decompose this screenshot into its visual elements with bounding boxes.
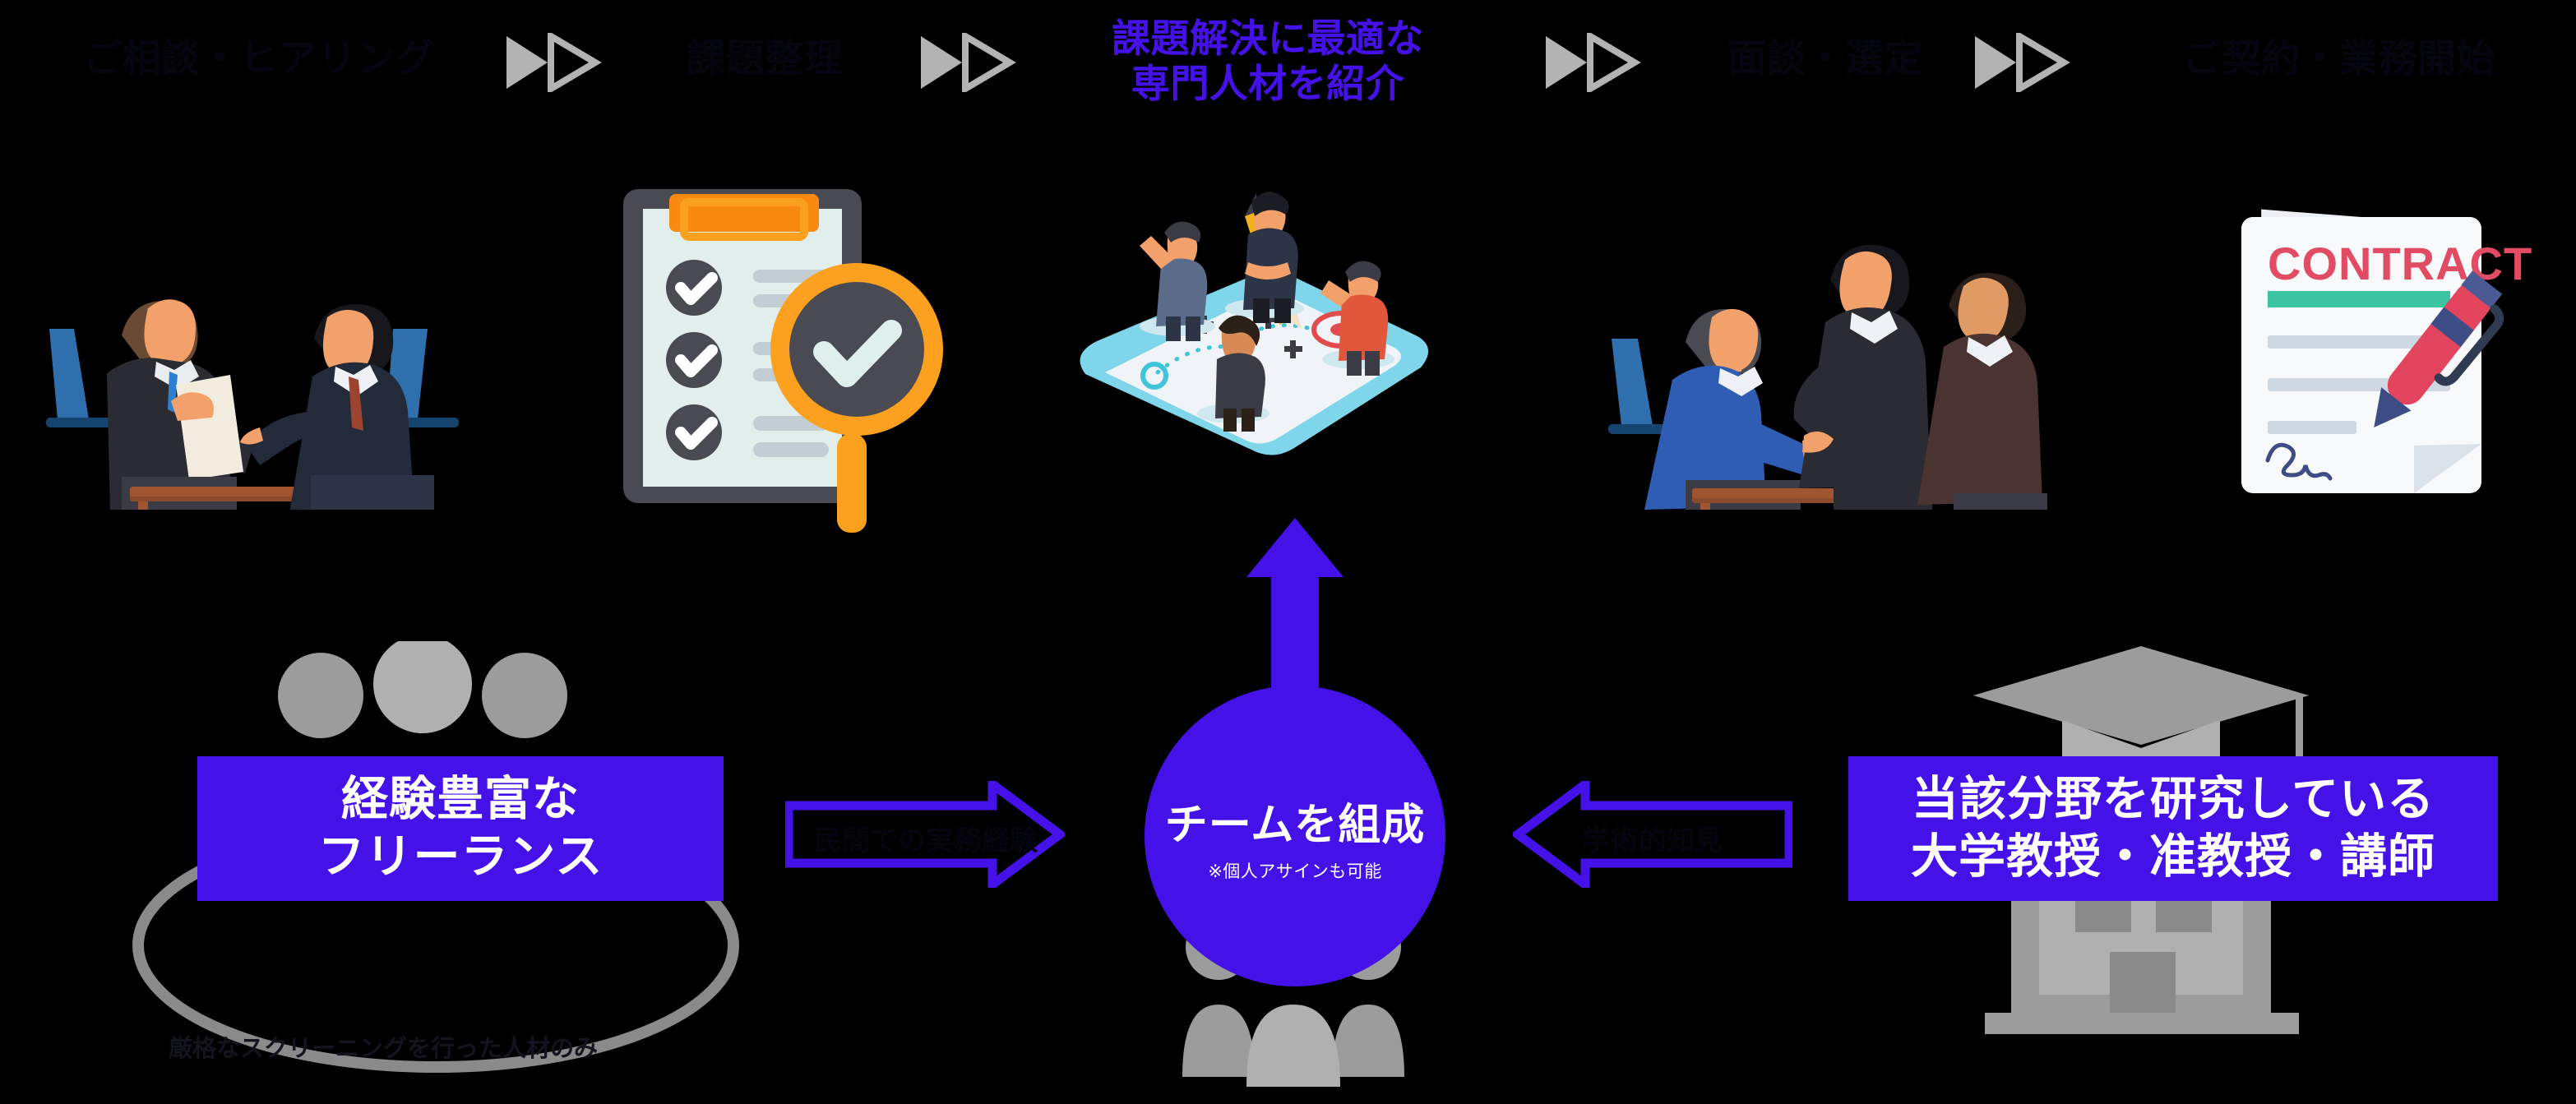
team-circle-title: チームを組成 — [1164, 801, 1426, 849]
team-matching-board-illustration — [1069, 152, 1464, 510]
double-chevron-right-icon — [921, 33, 1016, 92]
chevron-4 — [1973, 33, 2070, 92]
step-title-3-line2: 専門人材を紹介 — [1131, 61, 1405, 105]
arrow-center-to-step3 — [1240, 518, 1350, 704]
double-chevron-right-icon — [1975, 33, 2070, 92]
handshake-meeting-illustration — [1587, 164, 2080, 607]
professor-card: 当該分野を研究している 大学教授・准教授・講師 — [1848, 756, 2498, 901]
freelance-card-line1: 経験豊富な — [341, 773, 580, 826]
double-chevron-right-icon — [506, 33, 602, 92]
professor-card-line2: 大学教授・准教授・講師 — [1911, 830, 2435, 883]
contract-title-text: CONTRACT — [2268, 238, 2532, 289]
step-title-5-line1: ご契約・業務開始 — [2183, 36, 2495, 80]
team-circle: チームを組成 ※個人アサインも可能 — [1145, 686, 1445, 986]
freelance-card: 経験豊富な フリーランス — [197, 756, 724, 901]
team-circle-note: ※個人アサインも可能 — [1208, 861, 1382, 881]
arrow-left-label: 民間での実務経験 — [814, 825, 1038, 857]
step-title-1: ご相談・ヒアリング — [8, 36, 510, 81]
step-title-2: 課題整理 — [608, 36, 921, 81]
arrow-up-icon — [1246, 518, 1343, 700]
flow-diagram-canvas: ご相談・ヒアリング 課題整理 課題解決に最適な 専門人材を紹介 面談・選定 ご契… — [0, 0, 2576, 1104]
chevron-2 — [919, 33, 1016, 92]
step-title-1-line1: ご相談・ヒアリング — [83, 36, 435, 80]
step-title-5: ご契約・業務開始 — [2105, 36, 2574, 81]
step-title-4-line1: 面談・選定 — [1727, 36, 1923, 80]
step-title-3: 課題解決に最適な 専門人材を紹介 — [1046, 16, 1490, 107]
meeting-interview-illustration — [25, 164, 485, 608]
step-title-2-line1: 課題整理 — [687, 36, 843, 80]
professor-card-line1: 当該分野を研究している — [1911, 773, 2435, 826]
chevron-1 — [505, 33, 602, 92]
step-title-4: 面談・選定 — [1669, 36, 1982, 81]
arrow-right-label: 学術的知見 — [1583, 825, 1723, 857]
freelance-card-caption: 厳格なスクリーニングを行った人材のみ — [169, 1036, 599, 1062]
chevron-3 — [1544, 33, 1641, 92]
step-title-3-line1: 課題解決に最適な — [1112, 16, 1424, 60]
checklist-magnifier-illustration — [608, 164, 970, 538]
double-chevron-right-icon — [1546, 33, 1641, 92]
contract-signing-illustration: CONTRACT — [2220, 181, 2549, 514]
freelance-card-line2: フリーランス — [317, 830, 604, 883]
